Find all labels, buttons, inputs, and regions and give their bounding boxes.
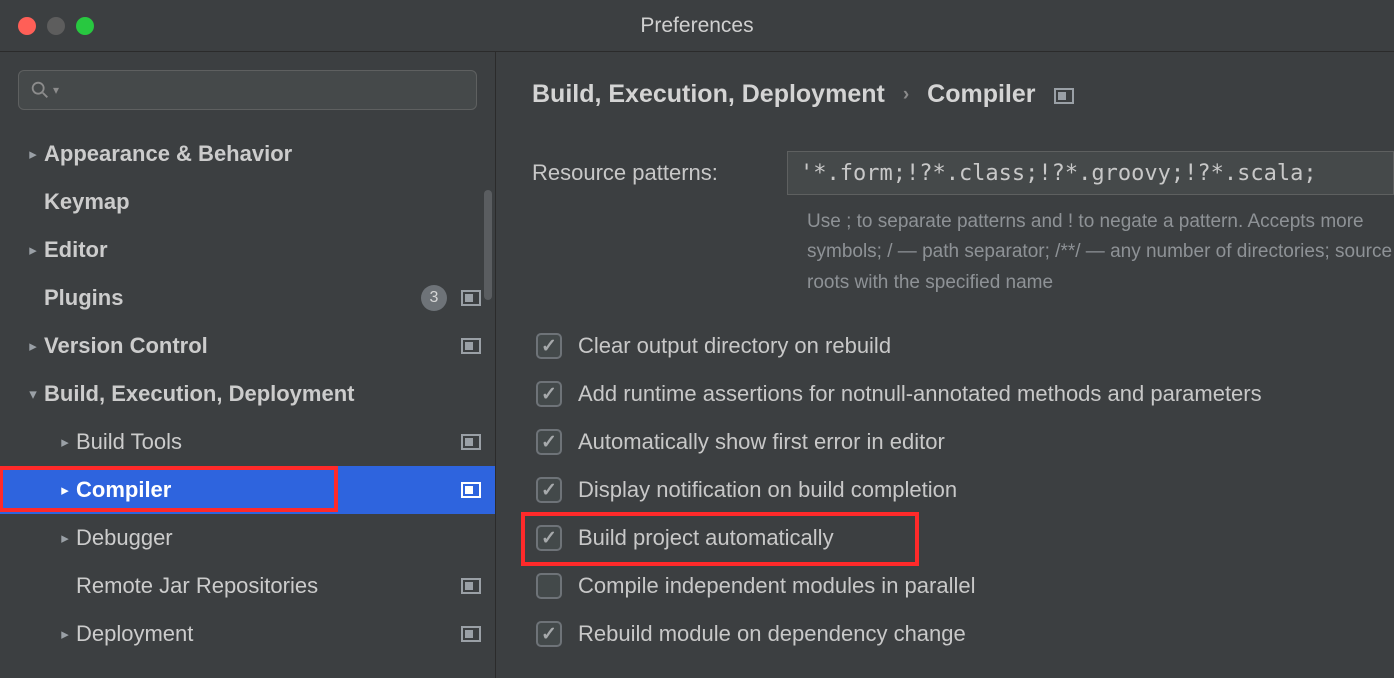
sidebar-item-plugins[interactable]: Plugins3: [0, 274, 495, 322]
close-window-button[interactable]: [18, 17, 36, 35]
main-container: ▾ ▸Appearance & BehaviorKeymap▸EditorPlu…: [0, 52, 1394, 678]
sidebar-item-editor[interactable]: ▸Editor: [0, 226, 495, 274]
option-label: Compile independent modules in parallel: [578, 573, 975, 599]
sidebar: ▾ ▸Appearance & BehaviorKeymap▸EditorPlu…: [0, 52, 496, 678]
option-label: Rebuild module on dependency change: [578, 621, 966, 647]
sidebar-item-remote-jar-repositories[interactable]: Remote Jar Repositories: [0, 562, 495, 610]
scrollbar[interactable]: [484, 190, 492, 300]
sidebar-item-debugger[interactable]: ▸Debugger: [0, 514, 495, 562]
compiler-options: Clear output directory on rebuild Add run…: [532, 322, 1394, 658]
checkbox[interactable]: [536, 573, 562, 599]
chevron-right-icon: ▸: [54, 529, 76, 547]
checkbox[interactable]: [536, 477, 562, 503]
chevron-right-icon: ▸: [22, 241, 44, 259]
option-display-notification-on-build-completion[interactable]: Display notification on build completion: [532, 466, 1394, 514]
resource-patterns-label: Resource patterns:: [532, 160, 787, 186]
project-level-icon: [461, 290, 481, 306]
chevron-down-icon: ▾: [22, 385, 44, 403]
project-level-icon: [461, 482, 481, 498]
sidebar-item-label: Debugger: [76, 525, 481, 551]
sidebar-item-compiler[interactable]: ▸Compiler: [0, 466, 495, 514]
option-automatically-show-first-error-in-editor[interactable]: Automatically show first error in editor: [532, 418, 1394, 466]
sidebar-item-keymap[interactable]: Keymap: [0, 178, 495, 226]
sidebar-item-build-tools[interactable]: ▸Build Tools: [0, 418, 495, 466]
option-label: Add runtime assertions for notnull-annot…: [578, 381, 1262, 407]
minimize-window-button[interactable]: [47, 17, 65, 35]
project-level-icon: [461, 626, 481, 642]
titlebar: Preferences: [0, 0, 1394, 52]
sidebar-item-label: Deployment: [76, 621, 461, 647]
sidebar-item-label: Plugins: [44, 285, 421, 311]
sidebar-item-label: Appearance & Behavior: [44, 141, 481, 167]
resource-patterns-hint: Use ; to separate patterns and ! to nega…: [807, 207, 1394, 298]
chevron-right-icon: ▸: [22, 145, 44, 163]
sidebar-item-label: Remote Jar Repositories: [76, 573, 461, 599]
sidebar-item-deployment[interactable]: ▸Deployment: [0, 610, 495, 658]
sidebar-item-label: Build, Execution, Deployment: [44, 381, 481, 407]
checkbox[interactable]: [536, 429, 562, 455]
sidebar-item-build-execution-deployment[interactable]: ▾Build, Execution, Deployment: [0, 370, 495, 418]
breadcrumb-parent[interactable]: Build, Execution, Deployment: [532, 80, 885, 109]
option-compile-independent-modules-in-parallel[interactable]: Compile independent modules in parallel: [532, 562, 1394, 610]
checkbox[interactable]: [536, 381, 562, 407]
resource-patterns-input[interactable]: [787, 151, 1394, 195]
checkbox[interactable]: [536, 333, 562, 359]
window-title: Preferences: [640, 14, 753, 38]
option-label: Display notification on build completion: [578, 477, 957, 503]
sidebar-item-version-control[interactable]: ▸Version Control: [0, 322, 495, 370]
option-clear-output-directory-on-rebuild[interactable]: Clear output directory on rebuild: [532, 322, 1394, 370]
maximize-window-button[interactable]: [76, 17, 94, 35]
badge: 3: [421, 285, 447, 311]
breadcrumb-separator: ›: [903, 84, 909, 106]
option-label: Clear output directory on rebuild: [578, 333, 891, 359]
project-level-icon: [461, 578, 481, 594]
sidebar-item-label: Build Tools: [76, 429, 461, 455]
breadcrumb: Build, Execution, Deployment › Compiler: [532, 80, 1394, 109]
option-rebuild-module-on-dependency-change[interactable]: Rebuild module on dependency change: [532, 610, 1394, 658]
option-label: Automatically show first error in editor: [578, 429, 945, 455]
project-level-icon: [461, 338, 481, 354]
option-build-project-automatically[interactable]: Build project automatically: [532, 514, 1394, 562]
sidebar-item-appearance-behavior[interactable]: ▸Appearance & Behavior: [0, 130, 495, 178]
chevron-right-icon: ▸: [22, 337, 44, 355]
sidebar-item-label: Version Control: [44, 333, 461, 359]
option-add-runtime-assertions-for-notnull-annot[interactable]: Add runtime assertions for notnull-annot…: [532, 370, 1394, 418]
chevron-down-icon: ▾: [53, 83, 59, 97]
chevron-right-icon: ▸: [54, 481, 76, 499]
sidebar-item-label: Keymap: [44, 189, 481, 215]
sidebar-item-label: Editor: [44, 237, 481, 263]
sidebar-item-label: Compiler: [76, 477, 461, 503]
search-icon: [29, 79, 51, 101]
checkbox[interactable]: [536, 525, 562, 551]
chevron-right-icon: ▸: [54, 433, 76, 451]
project-level-icon: [1054, 88, 1074, 104]
chevron-right-icon: ▸: [54, 625, 76, 643]
option-label: Build project automatically: [578, 525, 834, 551]
checkbox[interactable]: [536, 621, 562, 647]
resource-patterns-row: Resource patterns:: [532, 151, 1394, 195]
settings-tree: ▸Appearance & BehaviorKeymap▸EditorPlugi…: [0, 130, 495, 658]
project-level-icon: [461, 434, 481, 450]
main-panel: Build, Execution, Deployment › Compiler …: [496, 52, 1394, 678]
traffic-lights: [0, 17, 94, 35]
breadcrumb-current: Compiler: [927, 80, 1035, 109]
search-input[interactable]: ▾: [18, 70, 477, 110]
